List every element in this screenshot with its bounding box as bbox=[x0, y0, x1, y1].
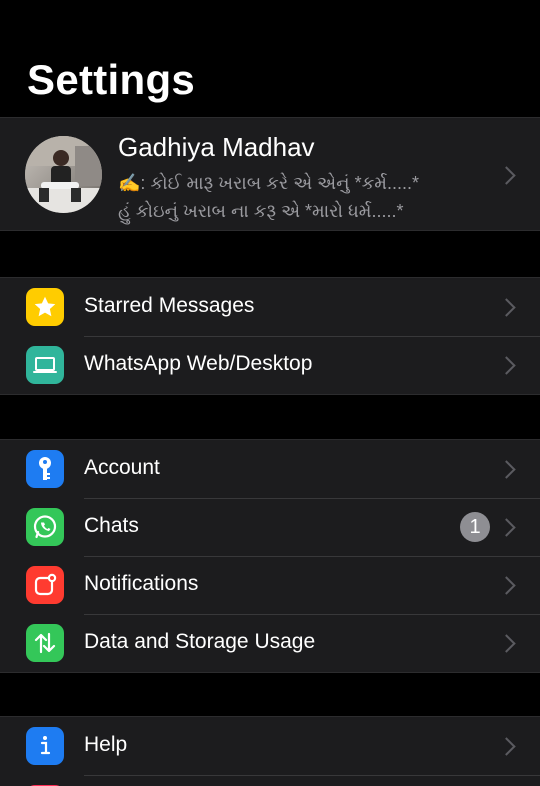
laptop-icon bbox=[26, 346, 64, 384]
notification-icon bbox=[26, 566, 64, 604]
chevron-right-icon bbox=[497, 634, 516, 653]
whatsapp-icon bbox=[26, 508, 64, 546]
row-label-notifications: Notifications bbox=[84, 572, 199, 595]
row-starred-messages[interactable]: Starred Messages bbox=[0, 278, 540, 336]
chevron-right-icon bbox=[497, 298, 516, 317]
row-label-account: Account bbox=[84, 456, 160, 479]
unread-badge: 1 bbox=[460, 512, 490, 542]
row-help[interactable]: Help bbox=[0, 717, 540, 775]
row-account[interactable]: Account bbox=[0, 440, 540, 498]
chevron-right-icon bbox=[497, 737, 516, 756]
row-label-chats: Chats bbox=[84, 514, 139, 537]
chevron-right-icon bbox=[497, 460, 516, 479]
row-chats[interactable]: Chats 1 bbox=[0, 498, 540, 556]
chevron-right-icon bbox=[497, 576, 516, 595]
row-label-whatsapp-web: WhatsApp Web/Desktop bbox=[84, 352, 313, 375]
settings-group-2: Account Chats 1 Notifications Data and S… bbox=[0, 439, 540, 673]
star-icon bbox=[26, 288, 64, 326]
row-data-storage[interactable]: Data and Storage Usage bbox=[0, 614, 540, 672]
info-icon bbox=[26, 727, 64, 765]
row-whatsapp-web[interactable]: WhatsApp Web/Desktop bbox=[0, 336, 540, 394]
row-label-help: Help bbox=[84, 733, 128, 756]
profile-row[interactable]: Gadhiya Madhav ✍️: કોઈ મારૂ ખરાબ કરે એ એ… bbox=[0, 117, 540, 231]
settings-screen: Settings Gadhiya Madhav ✍️: કોઈ મારૂ ખરા… bbox=[0, 0, 540, 786]
profile-name: Gadhiya Madhav bbox=[118, 132, 315, 162]
chevron-right-icon bbox=[497, 518, 516, 537]
row-label-data-storage: Data and Storage Usage bbox=[84, 630, 316, 653]
row-label-starred-messages: Starred Messages bbox=[84, 294, 255, 317]
key-icon bbox=[26, 450, 64, 488]
settings-group-1: Starred Messages WhatsApp Web/Desktop bbox=[0, 277, 540, 395]
chevron-right-icon bbox=[497, 356, 516, 375]
chevron-right-icon bbox=[497, 166, 516, 185]
row-next-partial[interactable] bbox=[0, 775, 540, 786]
data-arrows-icon bbox=[26, 624, 64, 662]
settings-group-3: Help bbox=[0, 716, 540, 786]
row-notifications[interactable]: Notifications bbox=[0, 556, 540, 614]
avatar bbox=[25, 136, 102, 213]
profile-status: ✍️: કોઈ મારૂ ખરાબ કરે એ એનું *કર્મ.....*… bbox=[118, 173, 420, 221]
page-title: Settings bbox=[27, 56, 196, 103]
